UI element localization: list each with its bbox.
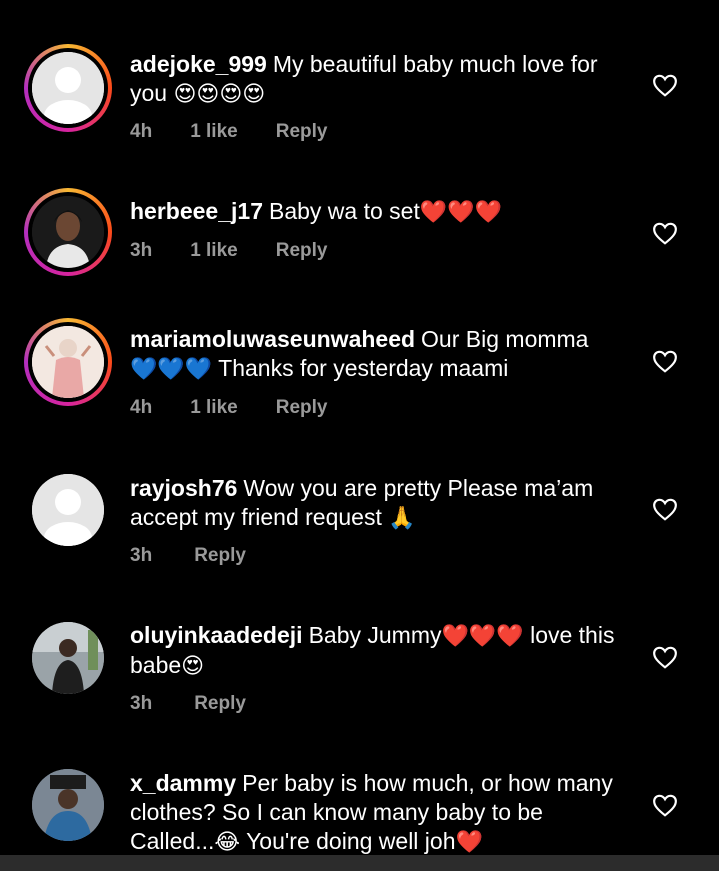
comment-time: 3h: [130, 693, 153, 714]
comment-time: 4h: [130, 121, 153, 142]
default-avatar-icon: [32, 52, 104, 124]
comment-body-2: You're doing well joh: [246, 828, 456, 854]
comment-text: adejoke_999 My beautiful baby much love f…: [130, 50, 620, 109]
default-avatar-icon: [32, 474, 104, 546]
heart-outline-icon[interactable]: [652, 221, 678, 245]
comment-body: Our Big momma: [421, 326, 589, 352]
comment-username[interactable]: x_dammy: [130, 770, 236, 796]
comment-time: 4h: [130, 397, 153, 418]
heart-outline-icon[interactable]: [652, 793, 678, 817]
user-avatar-image: [32, 622, 104, 694]
comment-emojis: 💙💙💙: [130, 357, 213, 382]
comment-username[interactable]: adejoke_999: [130, 51, 267, 77]
comment-body-2: Thanks for yesterday maami: [218, 355, 509, 381]
heart-outline-icon[interactable]: [652, 645, 678, 669]
user-avatar[interactable]: [24, 614, 112, 702]
user-avatar[interactable]: [24, 761, 112, 849]
comment-emojis: 😍😍😍😍: [173, 82, 266, 107]
comment-time: 3h: [130, 545, 153, 566]
story-avatar[interactable]: [24, 318, 112, 406]
comment-emojis: ❤️❤️❤️: [441, 624, 524, 649]
comment-emojis: 🙏: [388, 506, 416, 531]
comment-meta: 4h 1 like Reply: [130, 121, 365, 143]
comment-time: 3h: [130, 240, 153, 261]
heart-outline-icon[interactable]: [652, 73, 678, 97]
comment-emojis-2: 😍: [181, 654, 205, 679]
story-avatar[interactable]: [24, 188, 112, 276]
comment-likes[interactable]: 1 like: [190, 240, 238, 261]
comment-body: Baby Jummy: [308, 622, 442, 648]
comment-body: Baby wa to set: [268, 198, 420, 224]
heart-outline-icon[interactable]: [652, 497, 678, 521]
reply-button[interactable]: Reply: [276, 240, 328, 261]
comment-username[interactable]: rayjosh76: [130, 475, 237, 501]
reply-button[interactable]: Reply: [194, 693, 246, 714]
reply-button[interactable]: Reply: [194, 545, 246, 566]
story-avatar[interactable]: [24, 44, 112, 132]
comment-likes[interactable]: 1 like: [190, 121, 238, 142]
reply-button[interactable]: Reply: [276, 397, 328, 418]
bottom-bar: [0, 855, 719, 871]
comment-emojis-2: ❤️: [455, 830, 483, 855]
user-avatar-image: [32, 769, 104, 841]
heart-outline-icon[interactable]: [652, 349, 678, 373]
comment-emojis: 😂: [214, 830, 241, 855]
user-avatar: [32, 196, 104, 268]
comment-emojis: ❤️❤️❤️: [419, 200, 503, 225]
user-avatar[interactable]: [24, 466, 112, 554]
comment-likes[interactable]: 1 like: [190, 397, 238, 418]
comment-username[interactable]: herbeee_j17: [130, 198, 263, 224]
reply-button[interactable]: Reply: [276, 121, 328, 142]
user-avatar: [32, 326, 104, 398]
comment-username[interactable]: mariamoluwaseunwaheed: [130, 326, 415, 352]
comment-username[interactable]: oluyinkaadedeji: [130, 622, 303, 648]
